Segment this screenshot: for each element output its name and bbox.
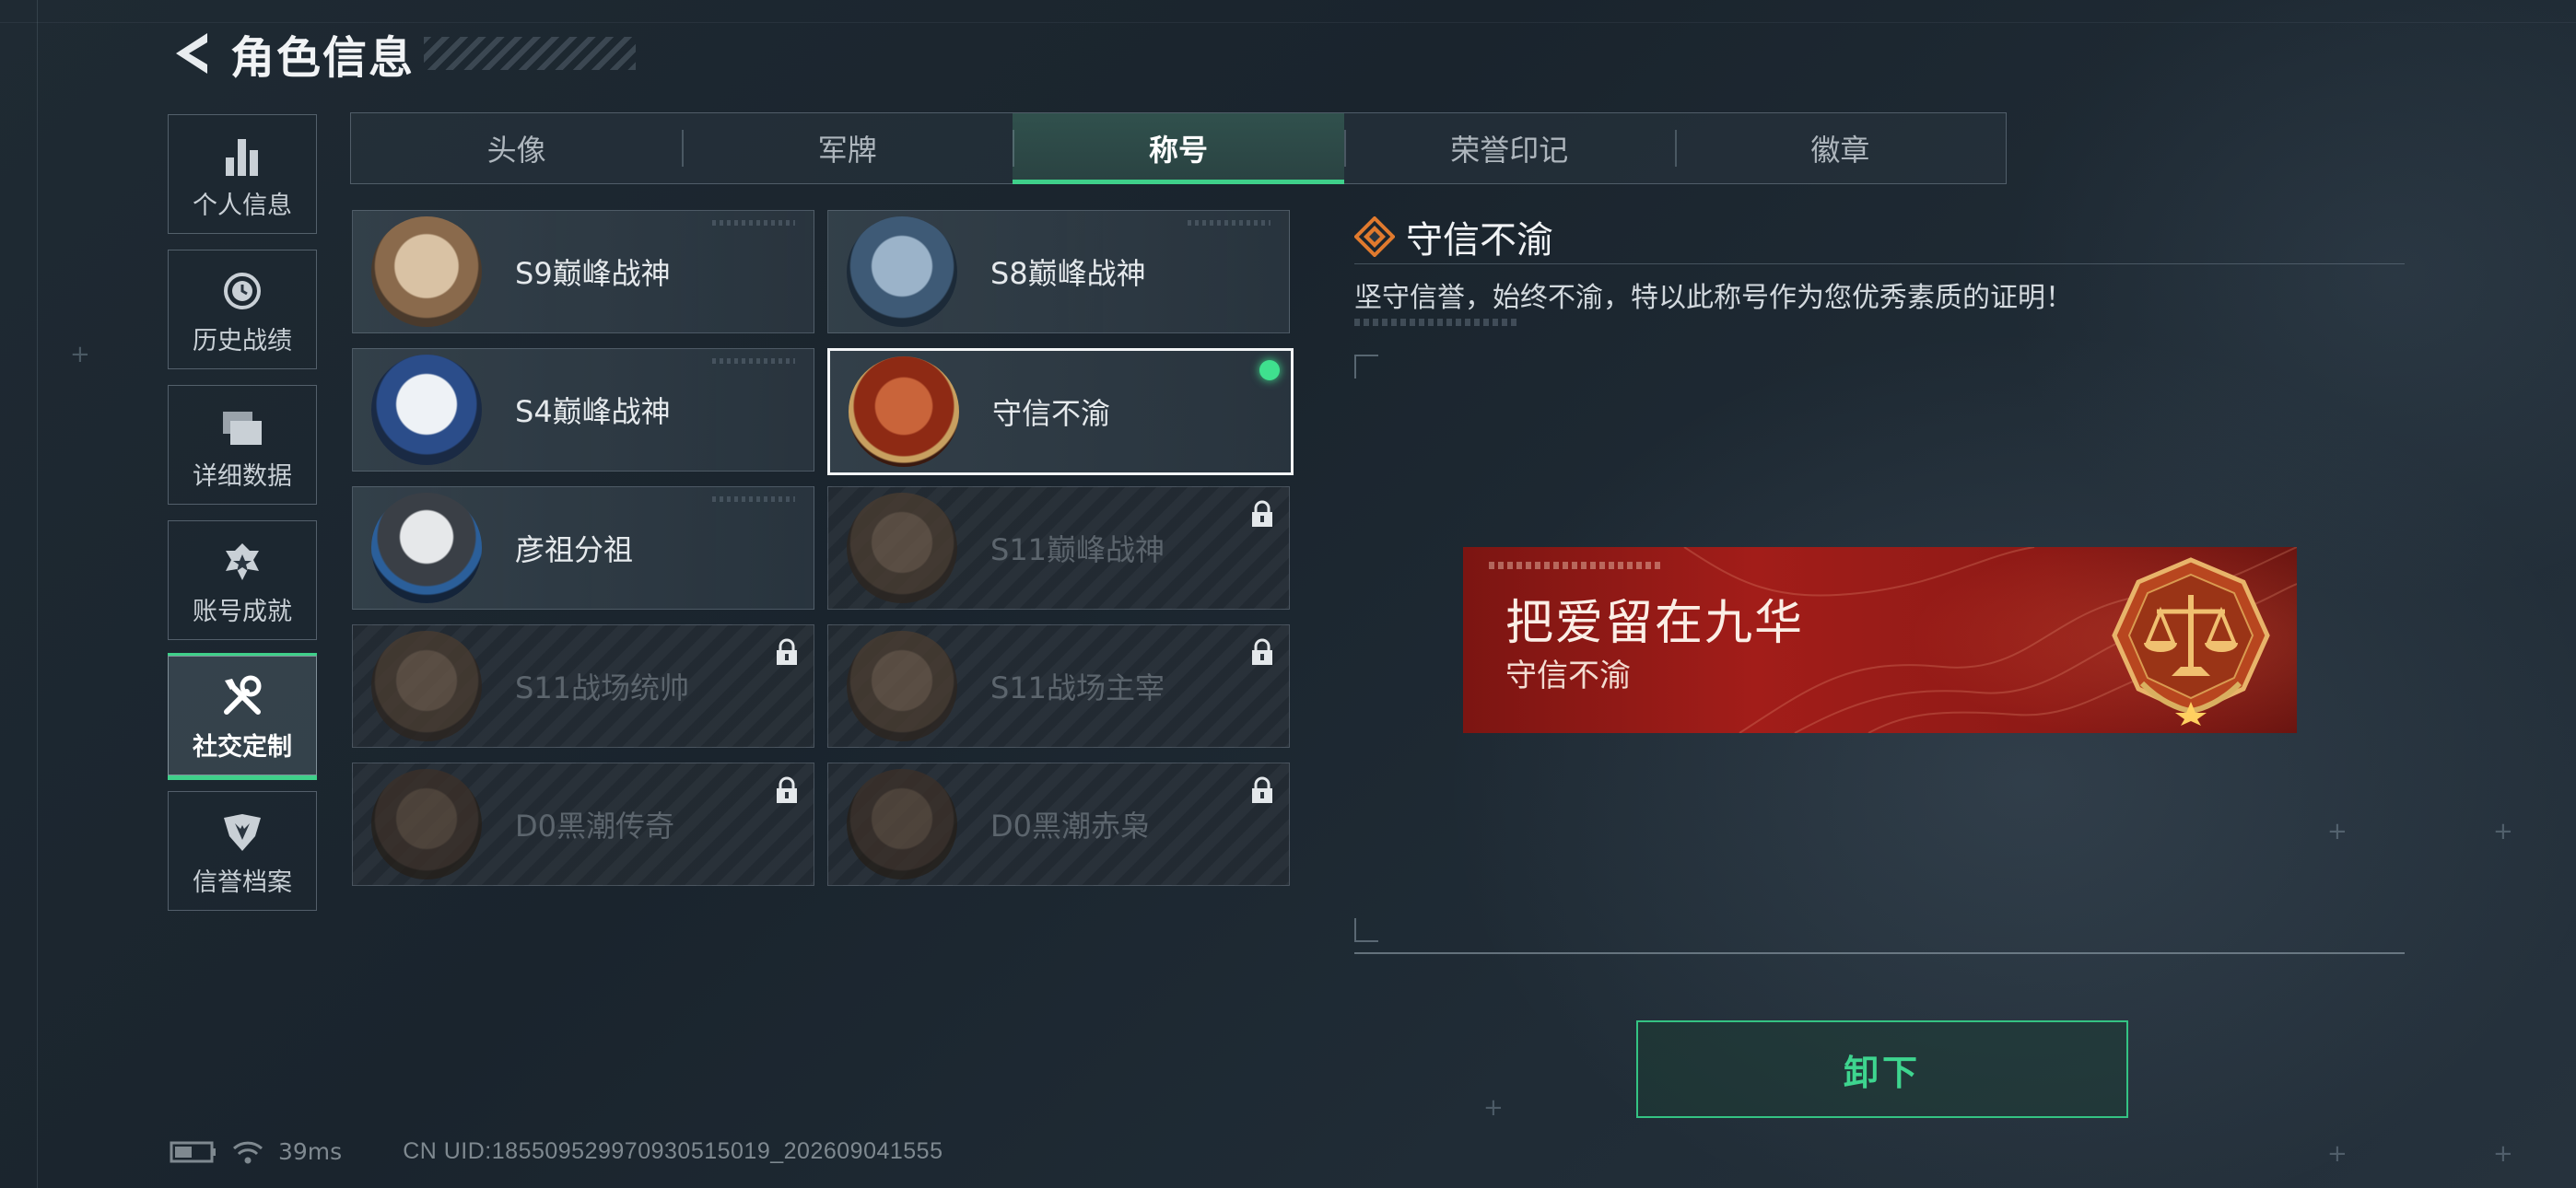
decor-cross: + — [2493, 818, 2513, 845]
card-decoration — [712, 220, 795, 226]
battery-icon — [170, 1141, 216, 1162]
ping-value: 39ms — [278, 1138, 343, 1165]
tab-avatar[interactable]: 头像 — [351, 113, 682, 183]
tab-badge[interactable]: 徽章 — [1674, 113, 2006, 183]
equipped-indicator — [1259, 360, 1280, 380]
medal-icon — [847, 631, 957, 741]
lock-icon — [777, 638, 797, 665]
title-name: D0黑潮赤枭 — [990, 809, 1151, 844]
title-banner-preview: 把爱留在九华 守信不渝 — [1463, 547, 2297, 733]
title-category-tabs: 头像 军牌 称号 荣誉印记 徽章 — [350, 112, 2007, 184]
title-card-locked[interactable]: S11战场统帅 — [352, 624, 814, 748]
decor-cross: + — [70, 341, 90, 368]
sidebar-item-label: 信誉档案 — [193, 868, 292, 897]
banner-subtitle: 守信不渝 — [1505, 658, 1631, 694]
sidebar-item-history[interactable]: 历史战绩 — [168, 250, 317, 369]
lock-icon — [1252, 638, 1272, 665]
title-card[interactable]: 彦祖分祖 — [352, 486, 814, 610]
divider — [1354, 263, 2405, 264]
medal-icon — [371, 216, 482, 327]
frame-corner — [1354, 918, 1378, 942]
sidebar-item-label: 个人信息 — [193, 191, 292, 220]
detail-title: 守信不渝 — [1406, 219, 1553, 262]
title-name: S9巅峰战神 — [515, 256, 671, 291]
title-name: 守信不渝 — [992, 396, 1111, 431]
user-uid: CN UID:1855095299709305150​19_2026090415… — [403, 1138, 943, 1164]
title-name: S4巅峰战神 — [515, 394, 671, 429]
sidebar-item-social-custom[interactable]: 社交定制 — [168, 653, 317, 780]
medal-icon — [371, 631, 482, 741]
title-name: S11战场统帅 — [515, 670, 690, 705]
sidebar-item-label: 社交定制 — [193, 732, 292, 762]
title-name: S11战场主宰 — [990, 670, 1165, 705]
back-button[interactable] — [166, 27, 219, 80]
frame-corner — [1354, 355, 1378, 379]
title-card-selected[interactable]: 守信不渝 — [827, 348, 1294, 475]
clock-history-icon — [224, 272, 261, 309]
shield-wings-icon — [224, 813, 261, 851]
title-card[interactable]: S9巅峰战神 — [352, 210, 814, 333]
tab-title[interactable]: 称号 — [1013, 113, 1344, 184]
title-name: D0黑潮传奇 — [515, 809, 675, 844]
wrench-tools-icon — [224, 675, 262, 715]
diamond-emblem-icon — [1354, 216, 1395, 257]
card-decoration — [1188, 220, 1270, 226]
title-card[interactable]: S8巅峰战神 — [827, 210, 1290, 333]
medal-icon — [847, 769, 957, 879]
star-emblem-icon — [226, 542, 259, 580]
lock-icon — [777, 776, 797, 803]
unequip-button[interactable]: 卸下 — [1636, 1020, 2128, 1118]
card-decoration — [712, 358, 795, 364]
decor-cross: + — [2493, 1140, 2513, 1168]
detail-decoration — [1354, 319, 1520, 326]
lock-icon — [1252, 776, 1272, 803]
decor-line — [37, 0, 38, 1188]
detail-header: 守信不渝 — [1354, 210, 1553, 263]
title-card[interactable]: S4巅峰战神 — [352, 348, 814, 472]
title-name: S8巅峰战神 — [990, 256, 1146, 291]
card-decoration — [712, 496, 795, 502]
page-header: 角色信息 — [166, 26, 637, 84]
medal-icon — [847, 216, 957, 327]
sidebar: 个人信息 历史战绩 详细数据 账号成就 社交定制 信誉档案 — [168, 114, 317, 926]
page-title: 角色信息 — [230, 32, 416, 84]
back-arrow-icon — [176, 33, 207, 74]
detail-description: 坚守信誉，始终不渝，特以此称号作为您优秀素质的证明！ — [1354, 282, 2073, 314]
sidebar-item-personal-info[interactable]: 个人信息 — [168, 114, 317, 234]
scales-of-justice-emblem-icon — [2112, 557, 2270, 726]
tab-dog-tag[interactable]: 军牌 — [682, 113, 1013, 183]
status-bar: 39ms CN UID:1855095299709305150​19_20260… — [170, 1138, 943, 1165]
lock-icon — [1252, 500, 1272, 527]
medal-icon — [847, 493, 957, 603]
title-name: S11巅峰战神 — [990, 532, 1165, 567]
medal-icon — [371, 769, 482, 879]
divider — [1354, 952, 2405, 954]
sidebar-item-credit-record[interactable]: 信誉档案 — [168, 791, 317, 911]
sidebar-item-detailed-data[interactable]: 详细数据 — [168, 385, 317, 505]
tab-honor-mark[interactable]: 荣誉印记 — [1343, 113, 1675, 183]
wifi-icon — [232, 1141, 263, 1163]
title-card-locked[interactable]: S11巅峰战神 — [827, 486, 1290, 610]
banner-title: 把爱留在九华 — [1505, 596, 1805, 651]
sidebar-item-label: 账号成就 — [193, 597, 292, 626]
title-card-locked[interactable]: D0黑潮传奇 — [352, 763, 814, 886]
title-decoration — [424, 37, 637, 70]
decor-cross: + — [2327, 1140, 2348, 1168]
sidebar-item-label: 历史战绩 — [193, 326, 292, 355]
title-card-locked[interactable]: S11战场主宰 — [827, 624, 1290, 748]
title-card-locked[interactable]: D0黑潮赤枭 — [827, 763, 1290, 886]
sidebar-item-achievements[interactable]: 账号成就 — [168, 520, 317, 640]
banner-decoration — [1489, 562, 1664, 569]
medal-icon — [371, 355, 482, 465]
medal-icon — [849, 356, 959, 467]
medal-icon — [371, 493, 482, 603]
bar-chart-icon — [226, 138, 258, 176]
decor-cross: + — [1483, 1094, 1504, 1122]
sidebar-item-label: 详细数据 — [193, 461, 292, 491]
title-name: 彦祖分祖 — [515, 532, 634, 567]
stacked-cards-icon — [223, 411, 262, 445]
